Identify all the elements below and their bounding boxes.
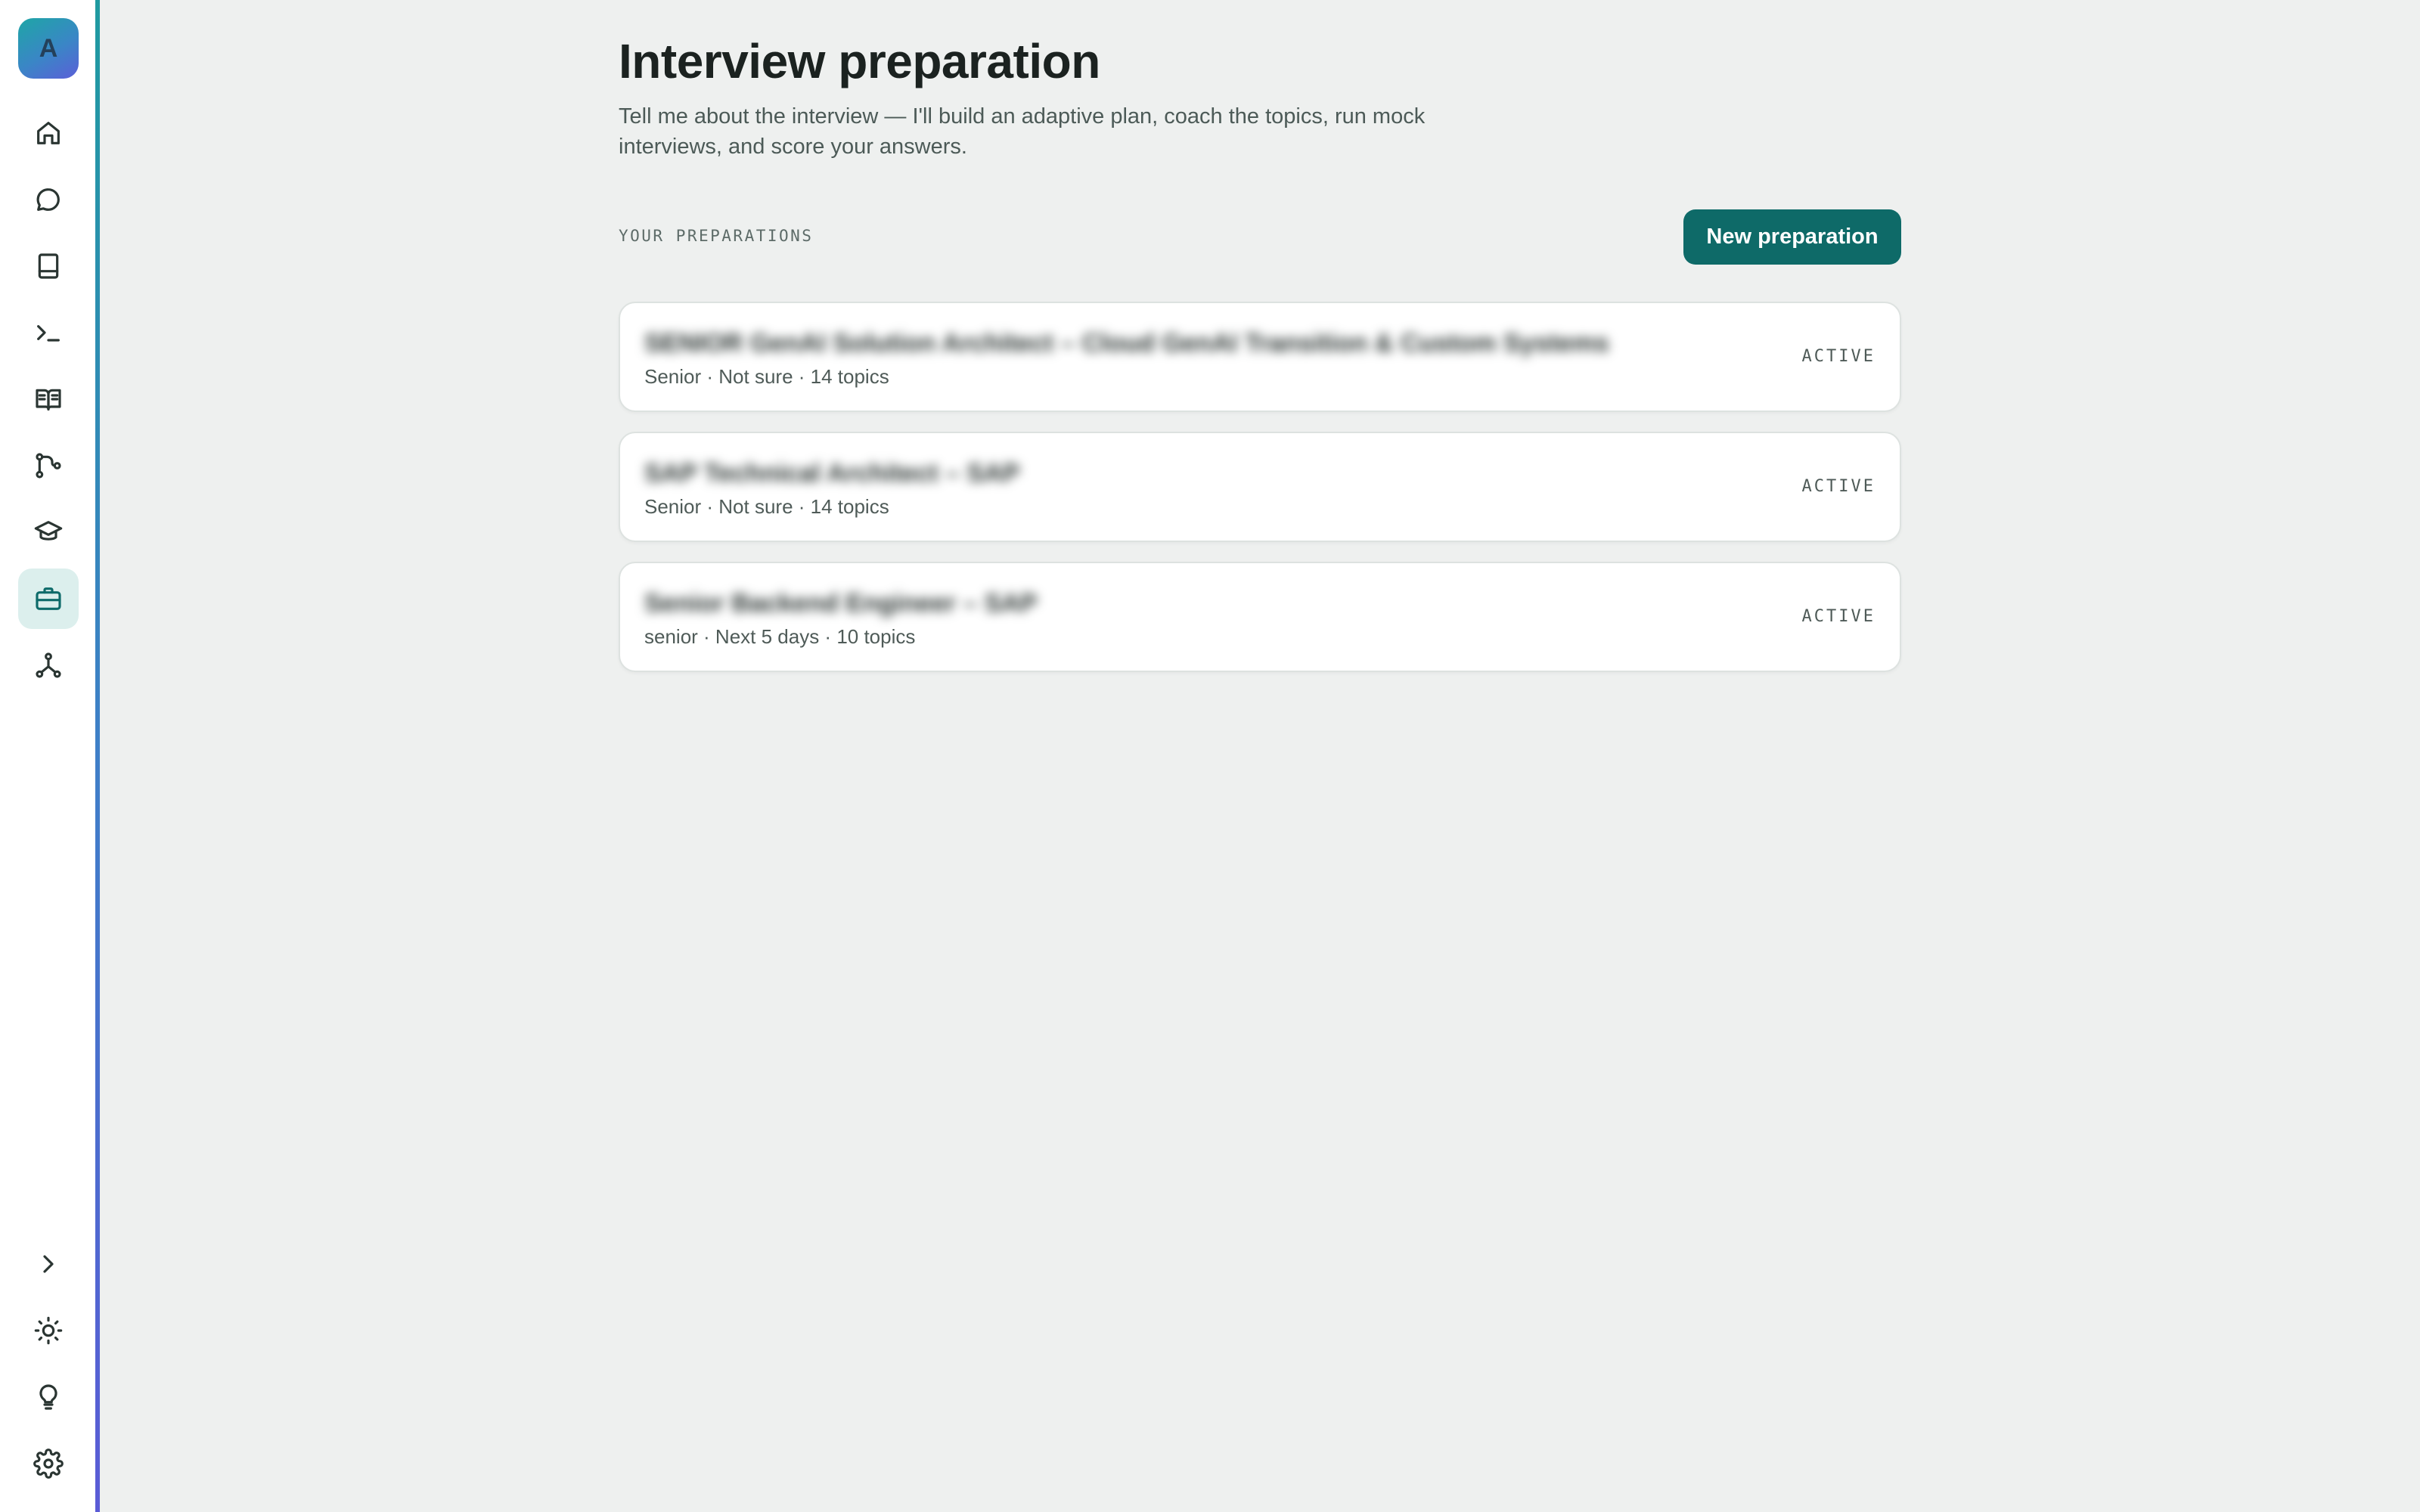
open-book-icon bbox=[36, 389, 61, 411]
status-badge: ACTIVE bbox=[1801, 607, 1876, 626]
sidebar-item-chat[interactable] bbox=[18, 169, 79, 230]
sidebar-item-reader[interactable] bbox=[18, 369, 79, 429]
preparation-meta: Senior · Not sure · 14 topics bbox=[644, 495, 889, 518]
expand-sidebar-button[interactable] bbox=[18, 1234, 79, 1294]
chat-bubble-icon bbox=[36, 188, 60, 211]
sun-icon bbox=[34, 1316, 63, 1345]
terminal-icon bbox=[37, 325, 60, 342]
preparation-title: SENIOR GenAI Solution Architect – Cloud … bbox=[644, 329, 1609, 358]
chevron-right-icon bbox=[43, 1255, 54, 1273]
preparation-card[interactable]: SAP Technical Architect – SAP Senior · N… bbox=[619, 432, 1901, 542]
sidebar: A bbox=[0, 0, 100, 1512]
page-subtitle: Tell me about the interview — I'll build… bbox=[619, 104, 1426, 159]
workflow-icon bbox=[36, 453, 61, 479]
graduation-cap-icon bbox=[34, 521, 63, 541]
sidebar-item-graph[interactable] bbox=[18, 635, 79, 696]
preparation-title: Senior Backend Engineer – SAP bbox=[644, 589, 1038, 618]
preparation-card[interactable]: SENIOR GenAI Solution Architect – Cloud … bbox=[619, 302, 1901, 412]
tips-button[interactable] bbox=[18, 1367, 79, 1427]
logo-letter: A bbox=[39, 33, 58, 63]
settings-button[interactable] bbox=[18, 1433, 79, 1494]
sidebar-item-workflow[interactable] bbox=[18, 435, 79, 496]
preparation-meta: senior · Next 5 days · 10 topics bbox=[644, 625, 916, 648]
sidebar-item-home[interactable] bbox=[18, 103, 79, 163]
sidebar-accent-edge bbox=[95, 0, 100, 1512]
preparation-meta: Senior · Not sure · 14 topics bbox=[644, 365, 889, 388]
page-title: Interview preparation bbox=[619, 34, 1100, 88]
sidebar-item-learn[interactable] bbox=[18, 502, 79, 562]
lightbulb-icon bbox=[39, 1384, 57, 1410]
app-root: A Interview preparation Tell me about th… bbox=[0, 0, 2420, 1512]
sidebar-item-interview[interactable] bbox=[18, 569, 79, 629]
sidebar-item-terminal[interactable] bbox=[18, 302, 79, 363]
gear-icon bbox=[33, 1448, 64, 1479]
status-badge: ACTIVE bbox=[1801, 477, 1876, 496]
app-logo[interactable]: A bbox=[18, 18, 79, 79]
new-preparation-button[interactable]: New preparation bbox=[1683, 209, 1901, 265]
sidebar-item-notebook[interactable] bbox=[18, 236, 79, 296]
briefcase-icon bbox=[36, 587, 61, 610]
preparation-title: SAP Technical Architect – SAP bbox=[644, 459, 1020, 488]
preparation-card[interactable]: Senior Backend Engineer – SAP senior · N… bbox=[619, 562, 1901, 672]
theme-toggle-button[interactable] bbox=[18, 1300, 79, 1361]
home-icon bbox=[37, 122, 60, 144]
network-icon bbox=[36, 652, 61, 678]
notebook-icon bbox=[38, 253, 59, 279]
status-badge: ACTIVE bbox=[1801, 347, 1876, 366]
section-label-preparations: YOUR PREPARATIONS bbox=[619, 227, 814, 245]
